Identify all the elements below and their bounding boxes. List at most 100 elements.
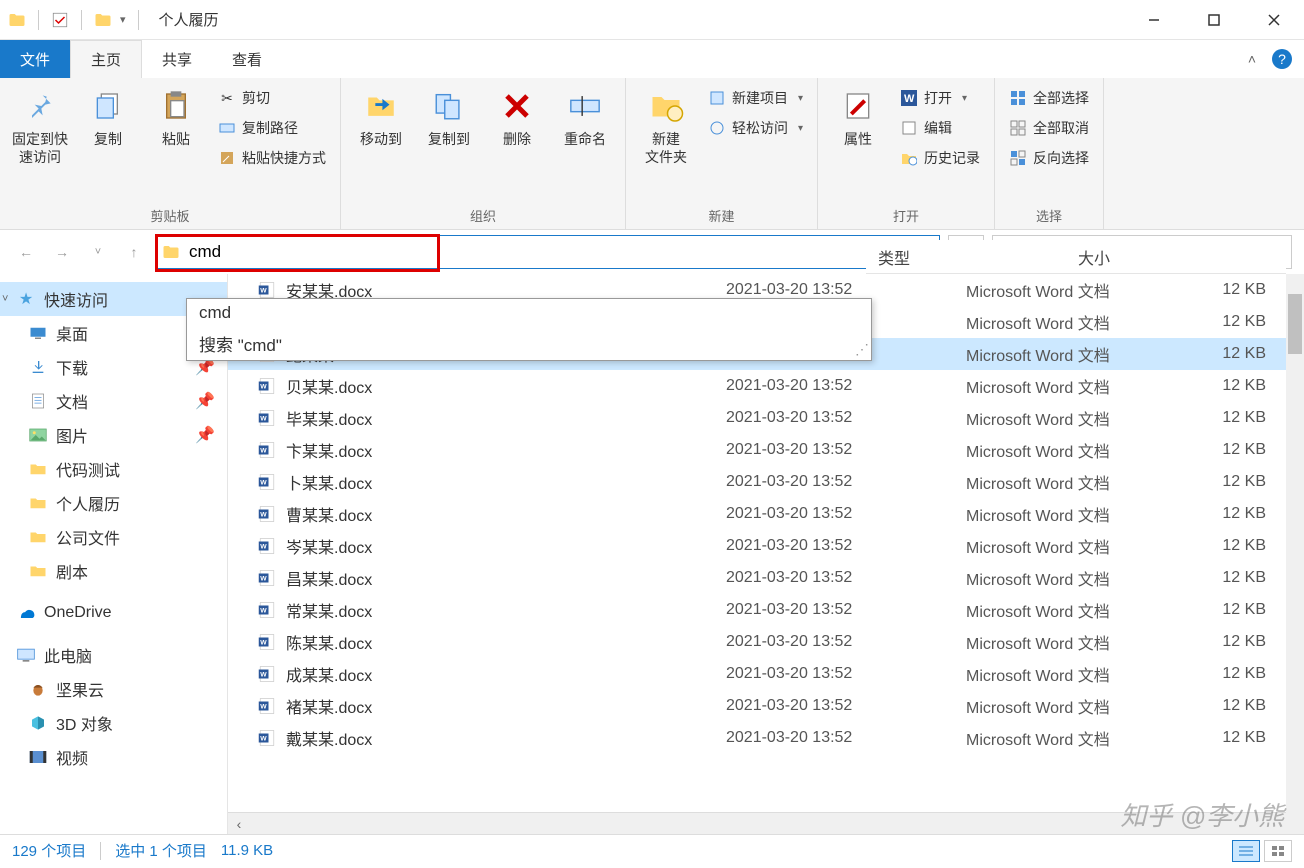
file-row[interactable]: W卜某某.docx2021-03-20 13:52Microsoft Word … <box>228 466 1304 498</box>
file-row[interactable]: W卞某某.docx2021-03-20 13:52Microsoft Word … <box>228 434 1304 466</box>
file-row[interactable]: W昌某某.docx2021-03-20 13:52Microsoft Word … <box>228 562 1304 594</box>
tab-view[interactable]: 查看 <box>212 40 282 78</box>
suggestion-item[interactable]: cmd <box>187 299 871 327</box>
folder-icon <box>28 459 48 479</box>
qat-checkbox-icon[interactable] <box>51 11 69 29</box>
select-none-button[interactable]: 全部取消 <box>1003 114 1095 142</box>
word-icon: W <box>228 377 286 395</box>
delete-button[interactable]: 删除 <box>485 82 549 154</box>
pin-icon: 📌 <box>195 425 215 445</box>
file-row[interactable]: W戴某某.docx2021-03-20 13:52Microsoft Word … <box>228 722 1304 754</box>
file-row[interactable]: W岑某某.docx2021-03-20 13:52Microsoft Word … <box>228 530 1304 562</box>
chevron-down-icon[interactable]: ˅ <box>2 293 8 305</box>
recent-dropdown[interactable]: ˅ <box>84 238 112 266</box>
word-icon: W <box>228 473 286 491</box>
new-item-button[interactable]: 新建项目▾ <box>702 84 809 112</box>
word-icon: W <box>900 89 918 107</box>
address-bar[interactable]: ˅ <box>156 235 940 269</box>
details-view-button[interactable] <box>1232 840 1260 862</box>
sidebar-item[interactable]: 3D 对象 <box>0 706 227 740</box>
copy-to-button[interactable]: 复制到 <box>417 82 481 154</box>
sidebar-item[interactable]: 个人履历 <box>0 486 227 520</box>
group-label-open: 打开 <box>826 202 986 229</box>
history-button[interactable]: 历史记录 <box>894 144 986 172</box>
scissors-icon: ✂ <box>218 89 236 107</box>
rename-button[interactable]: 重命名 <box>553 82 617 154</box>
svg-text:W: W <box>260 479 267 486</box>
col-size[interactable]: 大小 <box>1066 245 1166 269</box>
sidebar-item[interactable]: 图片📌 <box>0 418 227 452</box>
minimize-button[interactable] <box>1124 0 1184 40</box>
scroll-left-icon[interactable]: ‹ <box>228 816 250 832</box>
file-row[interactable]: W褚某某.docx2021-03-20 13:52Microsoft Word … <box>228 690 1304 722</box>
address-input[interactable] <box>185 238 911 266</box>
properties-button[interactable]: 属性 <box>826 82 890 154</box>
status-bar: 129 个项目 选中 1 个项目 11.9 KB <box>0 834 1304 866</box>
rename-icon <box>567 88 603 124</box>
paste-button[interactable]: 粘贴 <box>144 82 208 154</box>
sidebar-item[interactable]: 坚果云 <box>0 672 227 706</box>
file-row[interactable]: W贝某某.docx2021-03-20 13:52Microsoft Word … <box>228 370 1304 402</box>
sidebar-this-pc[interactable]: 此电脑 <box>0 638 227 672</box>
new-folder-button[interactable]: 新建 文件夹 <box>634 82 698 172</box>
file-row[interactable]: W曹某某.docx2021-03-20 13:52Microsoft Word … <box>228 498 1304 530</box>
horizontal-scrollbar[interactable]: ‹ <box>228 812 1304 834</box>
group-label-select: 选择 <box>1003 202 1095 229</box>
tab-home[interactable]: 主页 <box>70 40 142 78</box>
3d-icon <box>28 713 48 733</box>
tab-file[interactable]: 文件 <box>0 40 70 78</box>
paste-icon <box>158 88 194 124</box>
select-all-button[interactable]: 全部选择 <box>1003 84 1095 112</box>
suggestion-item[interactable]: 搜索 "cmd" <box>187 327 871 360</box>
word-icon: W <box>228 633 286 651</box>
picture-icon <box>28 425 48 445</box>
file-row[interactable]: W陈某某.docx2021-03-20 13:52Microsoft Word … <box>228 626 1304 658</box>
ribbon-collapse-icon[interactable]: ˄ <box>1248 51 1256 67</box>
copy-path-button[interactable]: 复制路径 <box>212 114 332 142</box>
column-headers: 类型 大小 <box>866 240 1286 274</box>
file-row[interactable]: W常某某.docx2021-03-20 13:52Microsoft Word … <box>228 594 1304 626</box>
tab-share[interactable]: 共享 <box>142 40 212 78</box>
word-icon: W <box>228 409 286 427</box>
edit-button[interactable]: 编辑 <box>894 114 986 142</box>
file-row[interactable]: W毕某某.docx2021-03-20 13:52Microsoft Word … <box>228 402 1304 434</box>
help-button[interactable]: ? <box>1272 49 1292 69</box>
word-icon: W <box>228 505 286 523</box>
up-button[interactable]: ↑ <box>120 238 148 266</box>
svg-text:W: W <box>260 639 267 646</box>
sidebar-item[interactable]: 代码测试 <box>0 452 227 486</box>
invert-selection-button[interactable]: 反向选择 <box>1003 144 1095 172</box>
word-icon: W <box>228 569 286 587</box>
sidebar-onedrive[interactable]: OneDrive <box>0 598 227 628</box>
sidebar-item[interactable]: 视频 <box>0 740 227 774</box>
open-button[interactable]: W打开▾ <box>894 84 986 112</box>
copy-button[interactable]: 复制 <box>76 82 140 154</box>
onedrive-icon <box>16 603 36 623</box>
icons-view-button[interactable] <box>1264 840 1292 862</box>
svg-text:W: W <box>260 543 267 550</box>
paste-shortcut-button[interactable]: 粘贴快捷方式 <box>212 144 332 172</box>
vertical-scrollbar[interactable] <box>1286 274 1304 834</box>
path-icon <box>218 119 236 137</box>
svg-text:W: W <box>260 511 267 518</box>
file-row[interactable]: W成某某.docx2021-03-20 13:52Microsoft Word … <box>228 658 1304 690</box>
maximize-button[interactable] <box>1184 0 1244 40</box>
forward-button[interactable]: → <box>48 238 76 266</box>
status-selected: 选中 1 个项目 <box>115 840 207 861</box>
pin-quick-access-button[interactable]: 固定到快 速访问 <box>8 82 72 172</box>
back-button[interactable]: ← <box>12 238 40 266</box>
status-count: 129 个项目 <box>12 840 86 861</box>
move-to-button[interactable]: 移动到 <box>349 82 413 154</box>
easy-access-button[interactable]: 轻松访问▾ <box>702 114 809 142</box>
sidebar-item[interactable]: 剧本 <box>0 554 227 588</box>
cut-button[interactable]: ✂剪切 <box>212 84 332 112</box>
sidebar-item[interactable]: 文档📌 <box>0 384 227 418</box>
qat-dropdown-icon[interactable]: ▾ <box>120 13 126 26</box>
resize-grip-icon[interactable]: ⋰ <box>855 341 869 358</box>
invert-icon <box>1009 149 1027 167</box>
word-icon: W <box>228 441 286 459</box>
close-button[interactable] <box>1244 0 1304 40</box>
sidebar-item[interactable]: 公司文件 <box>0 520 227 554</box>
history-icon <box>900 149 918 167</box>
col-type[interactable]: 类型 <box>866 245 1066 269</box>
